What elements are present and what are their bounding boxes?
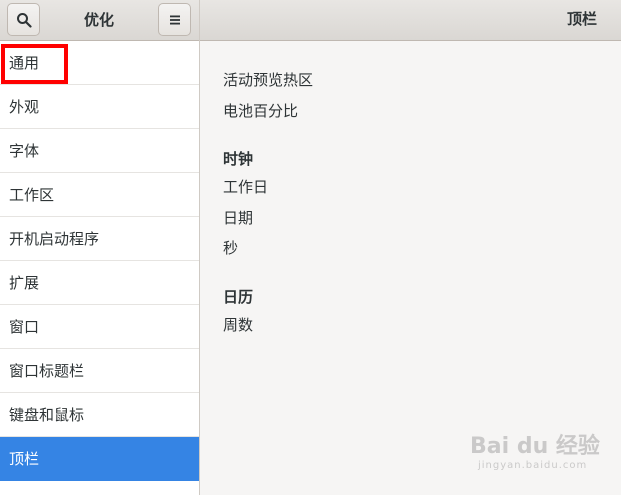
section-heading-calendar: 日历 (223, 288, 254, 306)
content-header-bar: 顶栏 (200, 0, 621, 41)
sidebar-item-fonts[interactable]: 字体 (0, 129, 199, 173)
sidebar-item-appearance[interactable]: 外观 (0, 85, 199, 129)
sidebar-item-top-bar[interactable]: 顶栏 (0, 437, 199, 481)
option-seconds[interactable]: 秒 (223, 237, 238, 258)
top-bar-settings-panel: 活动预览热区 电池百分比 时钟 工作日 日期 秒 日历 周数 (200, 41, 621, 495)
sidebar-item-windows[interactable]: 窗口 (0, 305, 199, 349)
sidebar-item-extensions[interactable]: 扩展 (0, 261, 199, 305)
option-hot-corner[interactable]: 活动预览热区 (223, 69, 313, 90)
sidebar-item-workspaces[interactable]: 工作区 (0, 173, 199, 217)
watermark: Bai du 经验 jingyan.baidu.com (470, 428, 610, 488)
sidebar-item-startup-apps[interactable]: 开机启动程序 (0, 217, 199, 261)
hamburger-menu-icon (169, 15, 180, 24)
page-title: 顶栏 (566, 10, 597, 28)
search-button[interactable] (7, 3, 40, 36)
app-title: 优化 (83, 11, 114, 29)
sidebar-item-general[interactable]: 通用 (0, 41, 199, 85)
sidebar: 通用 外观 字体 工作区 开机启动程序 扩展 窗口 窗口标题栏 键盘和鼠标 顶栏 (0, 41, 199, 495)
option-weekday[interactable]: 工作日 (223, 176, 268, 197)
sidebar-item-window-titlebars[interactable]: 窗口标题栏 (0, 349, 199, 393)
watermark-sub: jingyan.baidu.com (478, 460, 588, 471)
option-date[interactable]: 日期 (223, 207, 253, 228)
sidebar-item-keyboard-mouse[interactable]: 键盘和鼠标 (0, 393, 199, 437)
section-heading-clock: 时钟 (223, 150, 254, 168)
sidebar-header-bar: 优化 (0, 0, 199, 41)
menu-button[interactable] (158, 3, 191, 36)
watermark-text: Bai du 经验 (470, 434, 600, 459)
option-battery-percentage[interactable]: 电池百分比 (223, 100, 298, 121)
option-week-numbers[interactable]: 周数 (223, 314, 253, 335)
tweaks-window: 优化 顶栏 通用 外观 字体 工作区 开机启动程序 扩展 窗口 窗口标题栏 键盘… (0, 0, 621, 495)
search-icon (16, 12, 32, 28)
